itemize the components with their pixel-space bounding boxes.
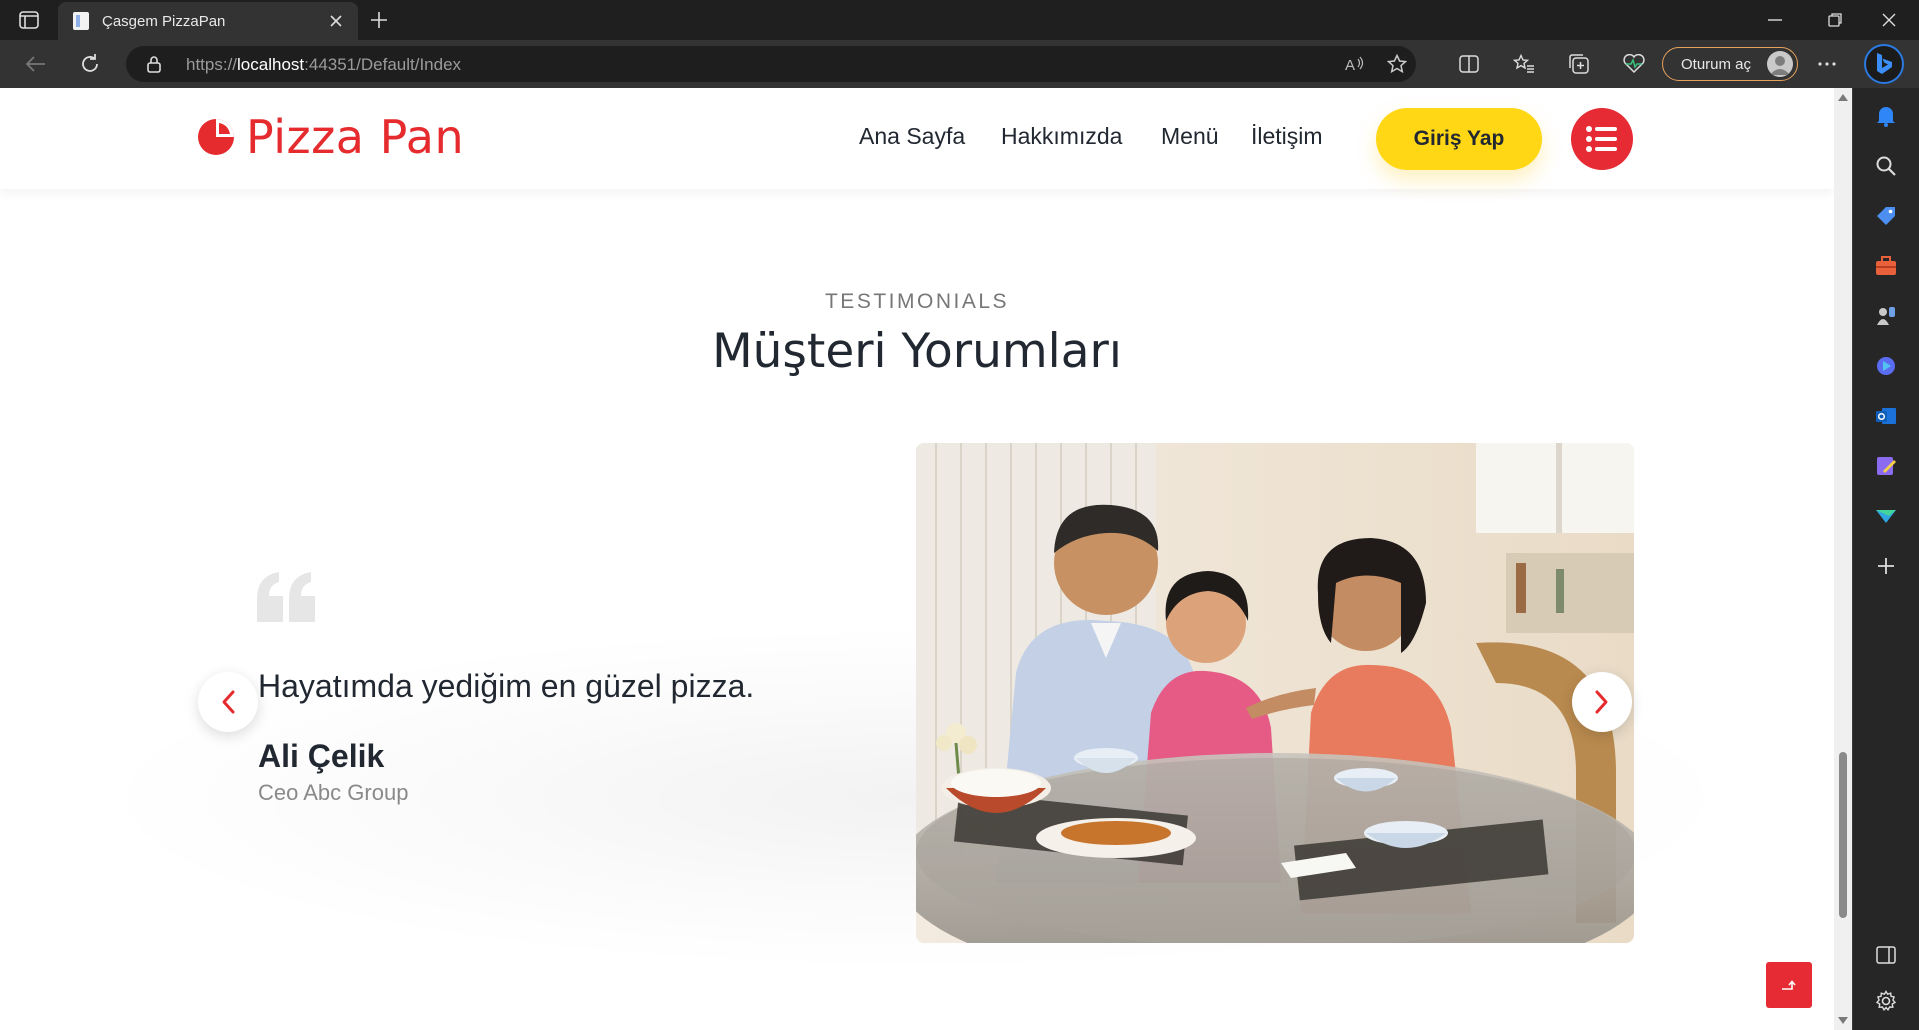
refresh-icon[interactable] xyxy=(75,50,105,78)
close-tab-icon[interactable] xyxy=(324,9,348,33)
tools-briefcase-icon[interactable] xyxy=(1873,253,1899,279)
reviewer-name: Ali Çelik xyxy=(258,738,385,774)
edge-sidebar xyxy=(1852,88,1919,1030)
back-icon[interactable] xyxy=(20,50,50,78)
section-heading: Müşteri Yorumları xyxy=(712,324,1122,379)
new-tab-icon[interactable] xyxy=(366,8,392,32)
web-page: Pizza Pan Ana Sayfa Hakkımızda Menü İlet… xyxy=(0,88,1834,1030)
shopping-tag-icon[interactable] xyxy=(1873,203,1899,229)
profile-avatar-icon xyxy=(1767,51,1793,77)
next-testimonial-button[interactable] xyxy=(1572,672,1632,732)
copilot-bing-icon[interactable] xyxy=(1864,44,1904,84)
chevron-right-icon xyxy=(1595,690,1608,714)
chevron-left-icon xyxy=(222,690,235,714)
reviewer-role: Ceo Abc Group xyxy=(258,780,409,805)
add-sidebar-app-icon[interactable] xyxy=(1873,553,1899,579)
arrow-up-right-icon xyxy=(1782,980,1796,990)
browser-tab[interactable]: Çasgem PizzaPan xyxy=(58,2,358,40)
close-window-icon[interactable] xyxy=(1866,6,1912,34)
nav-menu[interactable]: Menü xyxy=(1161,123,1219,150)
browser-essentials-icon[interactable] xyxy=(1619,50,1649,78)
split-screen-icon[interactable] xyxy=(1454,50,1484,78)
review-text: Hayatımda yediğim en güzel pizza. xyxy=(258,668,755,704)
browser-toolbar: https://localhost:44351/Default/Index A … xyxy=(0,40,1919,88)
search-icon[interactable] xyxy=(1873,153,1899,179)
settings-gear-icon[interactable] xyxy=(1873,988,1899,1014)
lock-icon xyxy=(147,56,161,73)
testimonial-photo xyxy=(916,443,1634,943)
hide-sidebar-icon[interactable] xyxy=(1873,942,1899,968)
drop-icon[interactable] xyxy=(1873,503,1899,529)
nav-contact[interactable]: İletişim xyxy=(1251,123,1323,150)
copilot-icon[interactable] xyxy=(1873,353,1899,379)
url-text: https://localhost:44351/Default/Index xyxy=(186,55,462,74)
page-favicon-icon xyxy=(73,12,89,30)
svg-text:A: A xyxy=(1345,57,1355,73)
previous-testimonial-button[interactable] xyxy=(198,672,258,732)
games-icon[interactable] xyxy=(1873,303,1899,329)
login-button[interactable]: Giriş Yap xyxy=(1376,108,1542,170)
tab-actions-icon[interactable] xyxy=(16,8,42,32)
nav-about[interactable]: Hakkımızda xyxy=(1001,123,1122,150)
list-icon xyxy=(1586,126,1617,152)
favorite-star-icon[interactable] xyxy=(1386,54,1408,74)
sign-in-label: Oturum aç xyxy=(1681,55,1752,73)
sign-in-button[interactable]: Oturum aç xyxy=(1662,47,1798,81)
quote-icon xyxy=(257,572,315,622)
tab-title: Çasgem PizzaPan xyxy=(102,12,226,30)
more-options-icon[interactable] xyxy=(1812,50,1842,78)
pizza-logo-icon xyxy=(198,119,234,155)
back-to-top-button[interactable] xyxy=(1766,962,1812,1008)
section-eyebrow: TESTIMONIALS xyxy=(824,290,1010,313)
browser-titlebar: Çasgem PizzaPan xyxy=(0,0,1919,40)
site-header: Pizza Pan Ana Sayfa Hakkımızda Menü İlet… xyxy=(0,88,1834,189)
hamburger-menu-button[interactable] xyxy=(1571,108,1633,170)
site-logo[interactable]: Pizza Pan xyxy=(196,110,464,164)
notifications-bell-icon[interactable] xyxy=(1873,103,1899,129)
favorites-icon[interactable] xyxy=(1509,50,1539,78)
scrollbar-thumb[interactable] xyxy=(1839,752,1847,918)
scroll-down-arrow-icon[interactable] xyxy=(1838,1017,1848,1024)
designer-icon[interactable] xyxy=(1873,453,1899,479)
collections-icon[interactable] xyxy=(1564,50,1594,78)
scroll-up-arrow-icon[interactable] xyxy=(1838,94,1848,101)
page-scrollbar[interactable] xyxy=(1834,88,1852,1030)
address-bar[interactable]: https://localhost:44351/Default/Index A xyxy=(126,46,1416,82)
minimize-icon[interactable] xyxy=(1752,6,1798,34)
outlook-icon[interactable] xyxy=(1873,403,1899,429)
read-aloud-icon[interactable]: A xyxy=(1344,54,1366,74)
nav-home[interactable]: Ana Sayfa xyxy=(859,123,965,150)
restore-icon[interactable] xyxy=(1812,6,1858,34)
logo-text: Pizza Pan xyxy=(246,110,465,164)
